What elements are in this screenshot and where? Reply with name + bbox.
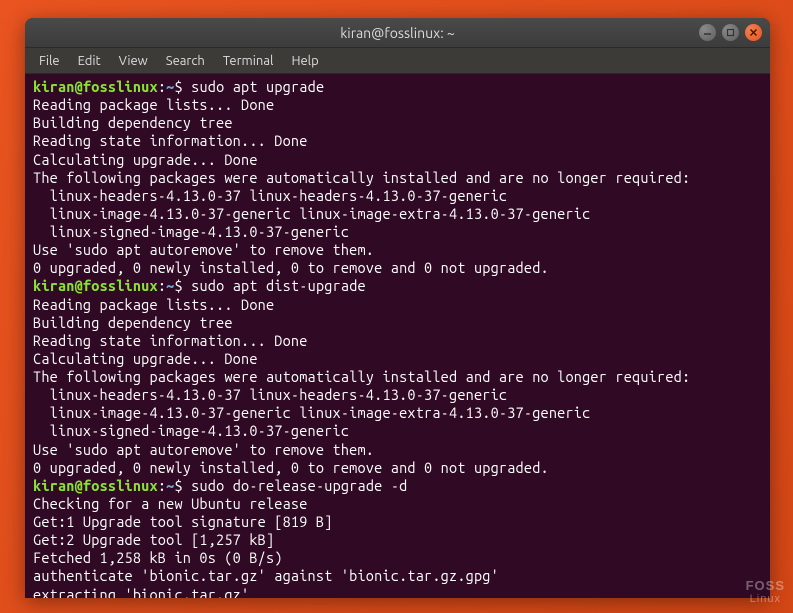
watermark: FOSS Linux <box>746 579 785 605</box>
window-title: kiran@fosslinux: ~ <box>340 25 455 41</box>
output-line: 0 upgraded, 0 newly installed, 0 to remo… <box>33 259 762 277</box>
prompt-line: kiran@fosslinux:~$ sudo apt dist-upgrade <box>33 277 762 295</box>
menu-view[interactable]: View <box>111 51 156 71</box>
terminal-content[interactable]: kiran@fosslinux:~$ sudo apt upgrade Read… <box>25 74 770 598</box>
prompt-user: kiran <box>33 78 75 95</box>
watermark-bottom: Linux <box>746 593 785 605</box>
command-text: sudo apt upgrade <box>191 78 324 95</box>
output-line: Get:1 Upgrade tool signature [819 B] <box>33 513 762 531</box>
output-line: Fetched 1,258 kB in 0s (0 B/s) <box>33 549 762 567</box>
minimize-button[interactable] <box>699 24 716 41</box>
output-line: Reading package lists... Done <box>33 296 762 314</box>
titlebar[interactable]: kiran@fosslinux: ~ <box>25 18 770 48</box>
output-line: Get:2 Upgrade tool [1,257 kB] <box>33 531 762 549</box>
output-line: The following packages were automaticall… <box>33 169 762 187</box>
menu-file[interactable]: File <box>31 51 68 71</box>
menu-help[interactable]: Help <box>283 51 326 71</box>
command-text: sudo apt dist-upgrade <box>191 277 366 294</box>
output-line: linux-image-4.13.0-37-generic linux-imag… <box>33 205 762 223</box>
menubar: File Edit View Search Terminal Help <box>25 48 770 74</box>
menu-search[interactable]: Search <box>158 51 213 71</box>
output-line: linux-headers-4.13.0-37 linux-headers-4.… <box>33 386 762 404</box>
output-line: Use 'sudo apt autoremove' to remove them… <box>33 241 762 259</box>
output-line: Calculating upgrade... Done <box>33 151 762 169</box>
output-line: Building dependency tree <box>33 114 762 132</box>
close-button[interactable] <box>745 24 762 41</box>
output-line: extracting 'bionic.tar.gz' <box>33 586 762 599</box>
output-line: Reading state information... Done <box>33 332 762 350</box>
window-controls <box>699 24 762 41</box>
command-text: sudo do-release-upgrade -d <box>191 477 407 494</box>
output-line: 0 upgraded, 0 newly installed, 0 to remo… <box>33 459 762 477</box>
output-line: linux-signed-image-4.13.0-37-generic <box>33 223 762 241</box>
output-line: Building dependency tree <box>33 314 762 332</box>
output-line: The following packages were automaticall… <box>33 368 762 386</box>
output-line: linux-signed-image-4.13.0-37-generic <box>33 422 762 440</box>
prompt-line: kiran@fosslinux:~$ sudo do-release-upgra… <box>33 477 762 495</box>
output-line: Reading package lists... Done <box>33 96 762 114</box>
output-line: Checking for a new Ubuntu release <box>33 495 762 513</box>
output-line: authenticate 'bionic.tar.gz' against 'bi… <box>33 567 762 585</box>
output-line: linux-headers-4.13.0-37 linux-headers-4.… <box>33 187 762 205</box>
output-line: Use 'sudo apt autoremove' to remove them… <box>33 441 762 459</box>
output-line: Calculating upgrade... Done <box>33 350 762 368</box>
output-line: linux-image-4.13.0-37-generic linux-imag… <box>33 404 762 422</box>
menu-edit[interactable]: Edit <box>70 51 109 71</box>
prompt-host: fosslinux <box>83 78 158 95</box>
prompt-line: kiran@fosslinux:~$ sudo apt upgrade <box>33 78 762 96</box>
terminal-window: kiran@fosslinux: ~ File Edit View Search… <box>25 18 770 598</box>
output-line: Reading state information... Done <box>33 132 762 150</box>
watermark-top: FOSS <box>746 579 785 593</box>
menu-terminal[interactable]: Terminal <box>215 51 282 71</box>
maximize-button[interactable] <box>722 24 739 41</box>
